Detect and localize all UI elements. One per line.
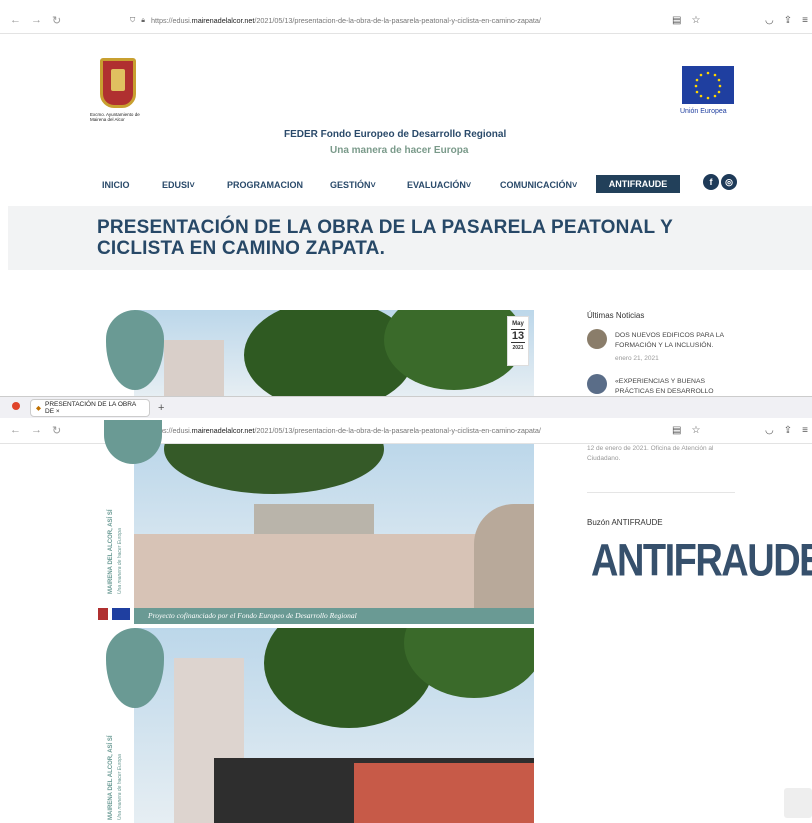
eu-stars-icon (694, 71, 722, 100)
instagram-icon[interactable]: ◎ (721, 174, 737, 190)
firefox-icon (12, 402, 20, 410)
menu-icon[interactable]: ≡ (802, 425, 808, 436)
tab-title: PRESENTACIÓN DE LA OBRA DE × (45, 400, 136, 415)
url-text: https://edusi.mairenadelalcor.net/2021/0… (150, 426, 541, 435)
reload-icon[interactable]: ↻ (52, 14, 61, 27)
reader-icon[interactable]: ▤ (672, 425, 681, 436)
vertical-sub: Una manera de hacer Europa (117, 754, 123, 820)
forward-arrow-icon[interactable]: → (31, 14, 42, 27)
pocket-icon[interactable]: ◡ (765, 425, 774, 436)
post-image-middle (134, 444, 534, 608)
toolbar-right: ◡ ⇪ ≡ (765, 15, 808, 26)
page-actions: ▤ ☆ (672, 15, 700, 26)
star-icon[interactable]: ☆ (691, 15, 700, 26)
reader-icon[interactable]: ▤ (672, 15, 681, 26)
antifraude-banner[interactable]: ANTIFRAUDE (591, 536, 812, 588)
back-arrow-icon[interactable]: ← (10, 14, 21, 27)
vertical-slogan: MAIRENA DEL ALCOR, ASÍ SÍ (108, 509, 114, 594)
page-actions: ▤ ☆ (672, 425, 700, 436)
fund-tagline: Una manera de hacer Europa (330, 145, 469, 156)
nav-edusi[interactable]: EDUSI˅ (162, 180, 195, 190)
nav-comunicacion[interactable]: COMUNICACIÓN˅ (500, 180, 577, 190)
news-thumbnail[interactable] (587, 329, 607, 349)
fund-title: FEDER Fondo Europeo de Desarrollo Region… (284, 129, 507, 140)
date-badge: May 13 2021 (507, 316, 529, 366)
eu-flag-small-icon (112, 608, 130, 620)
chevron-down-icon: ˅ (572, 180, 578, 190)
town-crest-logo[interactable] (100, 58, 136, 108)
news-cut-text: 12 de enero de 2021. Oficina de Atención… (587, 445, 714, 462)
slogan-strip: MAIRENA DEL ALCOR, ASÍ SÍ Una manera de … (104, 715, 134, 823)
browser-tabbar: ◆ PRESENTACIÓN DE LA OBRA DE × + (0, 396, 812, 418)
facebook-icon[interactable]: f (703, 174, 719, 190)
toolbar-right: ◡ ⇪ ≡ (765, 425, 808, 436)
nav-gestion[interactable]: GESTIÓN˅ (330, 180, 376, 190)
date-day: 13 (511, 329, 525, 343)
lock-icon: 🔒︎ (141, 16, 145, 24)
vertical-slogan: MAIRENA DEL ALCOR, ASÍ SÍ (108, 735, 114, 820)
news-heading: Últimas Noticias (587, 311, 645, 320)
forward-arrow-icon[interactable]: → (31, 424, 42, 437)
vertical-sub: Una manera de hacer Europa (117, 528, 123, 594)
building (164, 340, 224, 396)
nav-programacion[interactable]: PROGRAMACION (227, 180, 303, 190)
nav-evaluacion[interactable]: EVALUACIÓN˅ (407, 180, 471, 190)
buzon-heading: Buzón ANTIFRAUDE (587, 518, 663, 527)
image-caption: Proyecto cofinanciado por el Fondo Europ… (134, 608, 534, 624)
gravel-edge (474, 504, 534, 608)
back-arrow-icon[interactable]: ← (10, 424, 21, 437)
post-image-bottom (134, 628, 534, 823)
news-title[interactable]: «EXPERIENCIAS Y BUENAS PRÁCTICAS EN DESA… (615, 377, 735, 397)
date-month: May (512, 321, 524, 327)
menu-icon[interactable]: ≡ (802, 15, 808, 26)
browser-tab[interactable]: ◆ PRESENTACIÓN DE LA OBRA DE × (30, 398, 150, 417)
news-thumbnail[interactable] (587, 374, 607, 394)
extensions-icon[interactable]: ⇪ (784, 425, 792, 436)
star-icon[interactable]: ☆ (691, 425, 700, 436)
chevron-down-icon: ˅ (189, 180, 195, 190)
news-title[interactable]: DOS NUEVOS EDIFICOS PARA LA FORMACIÓN Y … (615, 331, 735, 351)
address-bar[interactable]: ⛉ 🔒︎ https://edusi.mairenadelalcor.net/2… (130, 426, 541, 435)
recaptcha-badge-icon[interactable] (784, 788, 812, 818)
chevron-down-icon: ˅ (465, 180, 472, 190)
crest-small-icon (98, 608, 108, 620)
chevron-down-icon: ˅ (370, 180, 376, 190)
address-bar[interactable]: ⛉ 🔒︎ https://edusi.mairenadelalcor.net/2… (130, 16, 541, 25)
shield-icon: ⛉ (130, 16, 136, 24)
nav-antifraude[interactable]: ANTIFRAUDE (596, 175, 680, 193)
tab-favicon-icon: ◆ (36, 404, 41, 412)
news-date: enero 21, 2021 (615, 355, 659, 362)
browser-toolbar-top: ← → ↻ ⛉ 🔒︎ https://edusi.mairenadelalcor… (0, 8, 812, 34)
slogan-strip: MAIRENA DEL ALCOR, ASÍ SÍ Una manera de … (104, 444, 134, 608)
new-tab-button[interactable]: + (158, 402, 164, 414)
nav-buttons: ← → ↻ (10, 14, 120, 27)
nav-inicio[interactable]: INICIO (102, 180, 130, 190)
eu-label: Unión Europea (680, 108, 727, 115)
pocket-icon[interactable]: ◡ (765, 15, 774, 26)
reload-icon[interactable]: ↻ (52, 424, 61, 437)
url-text: https://edusi.mairenadelalcor.net/2021/0… (150, 16, 541, 25)
town-name: Excmo. Ayuntamiento de Mairena del Alcor (90, 112, 140, 122)
eu-flag-logo[interactable] (682, 66, 734, 104)
page-title: PRESENTACIÓN DE LA OBRA DE LA PASARELA P… (97, 217, 673, 259)
post-image-top (134, 310, 534, 396)
extensions-icon[interactable]: ⇪ (784, 15, 792, 26)
divider (587, 492, 735, 493)
red-path (354, 763, 534, 823)
date-year: 2021 (512, 345, 524, 351)
